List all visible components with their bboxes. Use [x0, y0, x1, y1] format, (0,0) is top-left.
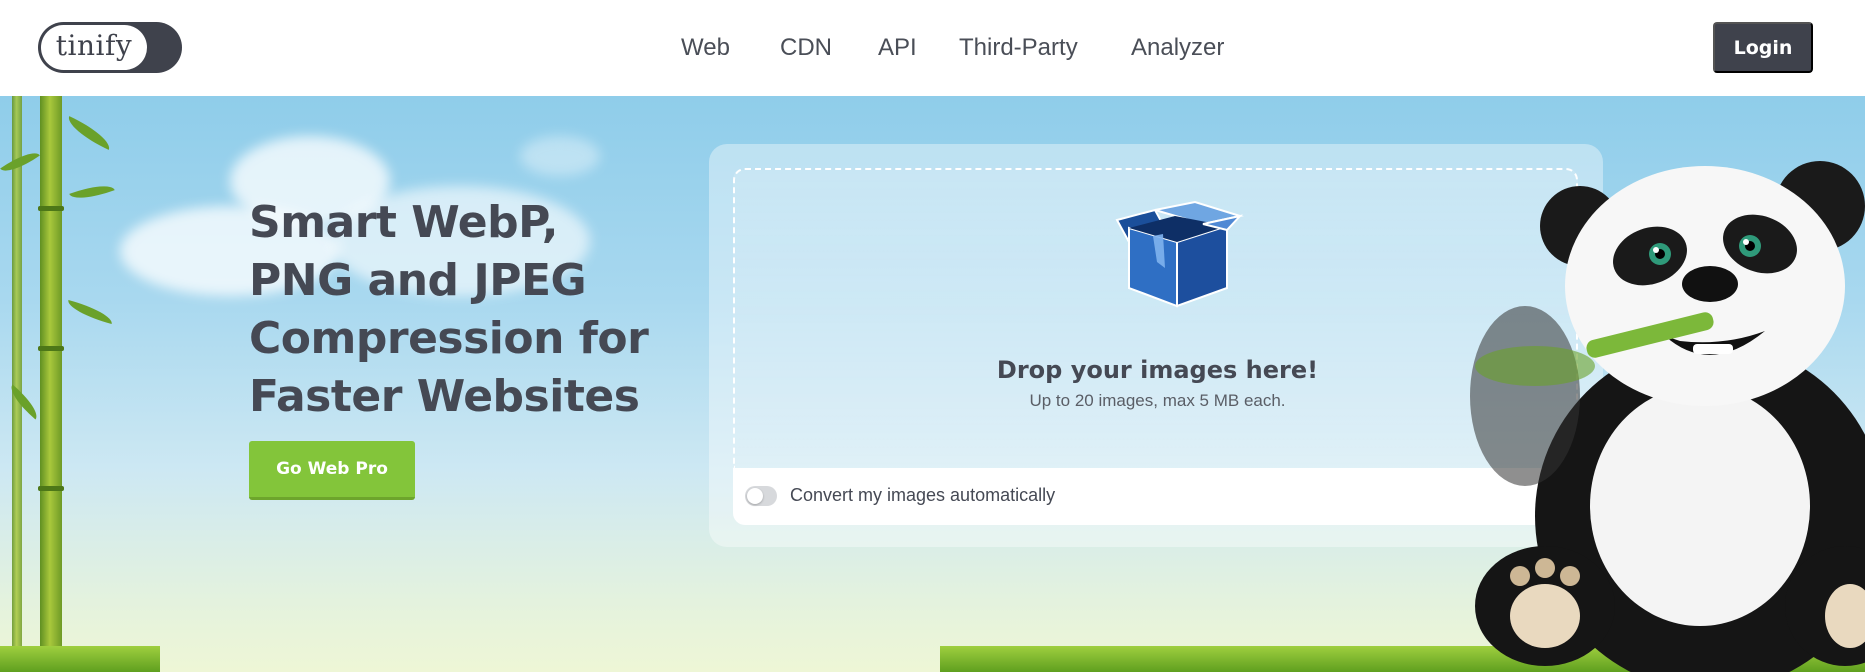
convert-toggle-label[interactable]: Convert my images automatically [790, 485, 1055, 506]
bamboo-leaf [65, 299, 115, 325]
main-nav: Web CDN API Third-Party Analyzer [0, 30, 1865, 66]
bamboo-node [38, 206, 64, 211]
nav-third-party[interactable]: Third-Party [959, 30, 1078, 66]
hero-section: Smart WebP, PNG and JPEG Compression for… [0, 96, 1865, 672]
dropzone-options: Convert my images automatically [733, 468, 1578, 525]
bamboo-node [38, 346, 64, 351]
bamboo-leaf [63, 116, 115, 150]
grass [0, 646, 160, 672]
bamboo-leaf [69, 178, 115, 206]
nav-cdn[interactable]: CDN [780, 30, 832, 66]
cloud [520, 136, 600, 176]
dropzone-subtitle: Up to 20 images, max 5 MB each. [1029, 391, 1286, 410]
dropzone-area[interactable]: Drop your images here! Up to 20 images, … [733, 168, 1578, 468]
bamboo-leaf [4, 384, 44, 420]
panda-mascot [1470, 161, 1865, 672]
go-web-pro-button[interactable]: Go Web Pro [249, 441, 415, 500]
login-button[interactable]: Login [1713, 22, 1813, 73]
hero-headline: Smart WebP, PNG and JPEG Compression for… [249, 197, 649, 422]
site-header: tinify Web CDN API Third-Party Analyzer … [0, 0, 1865, 96]
nav-web[interactable]: Web [681, 30, 730, 66]
bamboo-stalk [38, 96, 64, 672]
toggle-knob [747, 488, 763, 504]
box-icon [1115, 200, 1244, 308]
nav-api[interactable]: API [878, 30, 917, 66]
bamboo-stalk [12, 96, 22, 672]
convert-toggle[interactable] [745, 486, 777, 506]
bamboo-node [38, 486, 64, 491]
nav-analyzer[interactable]: Analyzer [1131, 30, 1224, 66]
dropzone-title: Drop your images here! [996, 356, 1319, 384]
